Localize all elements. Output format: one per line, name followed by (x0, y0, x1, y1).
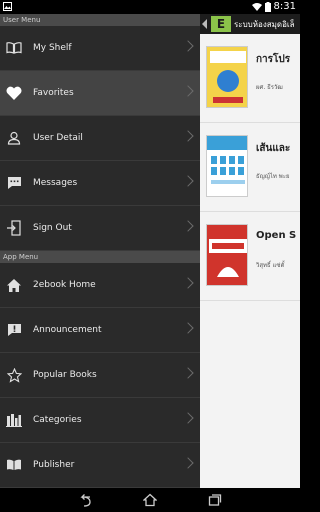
book-cover (206, 46, 248, 108)
menu-item-label: Sign Out (33, 223, 72, 233)
home-icon (5, 276, 23, 294)
announcement-icon (5, 321, 23, 339)
book-author: วิสุทธิ์ แซ่ตั้ (256, 262, 285, 269)
book-title: การโปร (256, 54, 291, 65)
content-panel: E ระบบห้องสมุดอิเล็ การโปร ผศ. ธีรวัฒ เส… (200, 14, 300, 488)
book-cover (206, 224, 248, 286)
recent-apps-icon[interactable] (208, 493, 222, 507)
menu-item-label: Favorites (33, 88, 74, 98)
sign-out-icon (5, 219, 23, 237)
menu-item-categories[interactable]: Categories (0, 398, 200, 443)
app-title: ระบบห้องสมุดอิเล็ (234, 19, 295, 29)
book-item[interactable]: Open S วิสุทธิ์ แซ่ตั้ (200, 212, 300, 301)
heart-icon (5, 84, 23, 102)
chat-icon (5, 174, 23, 192)
chevron-right-icon (182, 175, 194, 187)
categories-icon (5, 411, 23, 429)
chevron-right-icon (182, 412, 194, 424)
book-title: Open S (256, 230, 297, 241)
status-right: 8:31 (251, 1, 296, 12)
book-open-icon (5, 39, 23, 57)
menu-item-label: 2ebook Home (33, 280, 96, 290)
book-title: เส้นและ (256, 143, 291, 154)
chevron-right-icon (182, 220, 194, 232)
app-logo[interactable]: E (211, 16, 231, 32)
menu-item-messages[interactable]: Messages (0, 161, 200, 206)
menu-item-label: Categories (33, 415, 82, 425)
drawer-indicator-icon[interactable] (202, 19, 207, 29)
clock: 8:31 (273, 1, 296, 12)
home-button-icon[interactable] (143, 493, 157, 507)
menu-item-label: Popular Books (33, 370, 97, 380)
chevron-right-icon (182, 457, 194, 469)
chevron-right-icon (182, 277, 194, 289)
menu-item-announcement[interactable]: Announcement (0, 308, 200, 353)
menu-item-label: My Shelf (33, 43, 72, 53)
menu-item-2ebook-home[interactable]: 2ebook Home (0, 263, 200, 308)
notification-icons (3, 2, 12, 11)
book-author: ผศ. ธีรวัฒ (256, 84, 283, 91)
publisher-icon (5, 456, 23, 474)
book-item[interactable]: การโปร ผศ. ธีรวัฒ (200, 34, 300, 123)
book-cover (206, 135, 248, 197)
system-navigation-bar (0, 488, 300, 512)
chevron-right-icon (182, 40, 194, 52)
chevron-right-icon (182, 322, 194, 334)
menu-item-publisher[interactable]: Publisher (0, 443, 200, 488)
image-notification-icon (3, 2, 12, 11)
user-icon (5, 129, 23, 147)
menu-item-sign-out[interactable]: Sign Out (0, 206, 200, 251)
chevron-right-icon (182, 85, 194, 97)
action-bar: E ระบบห้องสมุดอิเล็ (200, 14, 300, 34)
status-bar: 8:31 (0, 0, 300, 14)
battery-icon (264, 1, 271, 12)
navigation-drawer: User Menu My Shelf Favorites User Detail… (0, 14, 200, 488)
menu-item-label: Announcement (33, 325, 102, 335)
menu-item-label: Publisher (33, 460, 75, 470)
star-icon (5, 366, 23, 384)
menu-item-popular-books[interactable]: Popular Books (0, 353, 200, 398)
book-item[interactable]: เส้นและ ธัญญ์ไท พะย (200, 123, 300, 212)
back-icon[interactable] (78, 493, 92, 507)
user-menu-header: User Menu (0, 14, 200, 26)
menu-item-my-shelf[interactable]: My Shelf (0, 26, 200, 71)
menu-item-label: User Detail (33, 133, 83, 143)
app-menu-header: App Menu (0, 251, 200, 263)
menu-item-favorites[interactable]: Favorites (0, 71, 200, 116)
book-author: ธัญญ์ไท พะย (256, 173, 290, 180)
menu-item-user-detail[interactable]: User Detail (0, 116, 200, 161)
chevron-right-icon (182, 130, 194, 142)
wifi-icon (251, 3, 262, 11)
menu-item-label: Messages (33, 178, 78, 188)
chevron-right-icon (182, 367, 194, 379)
